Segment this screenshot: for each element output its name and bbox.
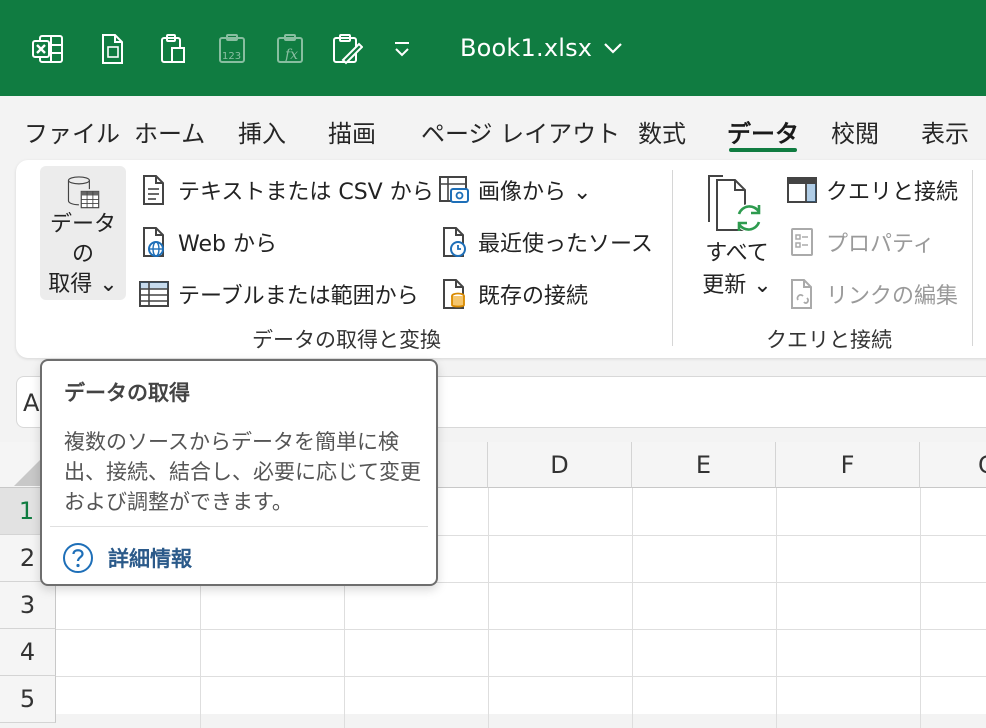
tab-formulas[interactable]: 数式	[638, 114, 686, 149]
properties-button: プロパティ	[786, 226, 935, 258]
from-text-csv-label: テキストまたは CSV から	[178, 180, 434, 205]
from-table-range-button[interactable]: テーブルまたは範囲から	[138, 278, 419, 310]
active-tab-indicator	[729, 148, 797, 152]
new-file-icon[interactable]	[94, 30, 130, 68]
from-picture-label: 画像から ⌄	[478, 180, 592, 205]
queries-connections-button[interactable]: クエリと接続	[786, 174, 958, 206]
group-separator	[672, 170, 673, 346]
column-header-d[interactable]: D	[488, 442, 632, 488]
from-table-range-label: テーブルまたは範囲から	[178, 284, 419, 309]
get-data-label-line1: データの	[49, 212, 116, 267]
from-web-button[interactable]: Web から	[138, 226, 277, 258]
tab-insert[interactable]: 挿入	[238, 114, 286, 149]
excel-logo-icon[interactable]	[30, 30, 66, 68]
recent-sources-button[interactable]: 最近使ったソース	[438, 226, 653, 258]
gridline	[920, 488, 921, 728]
existing-connections-button[interactable]: 既存の接続	[438, 278, 588, 310]
help-question-icon	[63, 543, 93, 573]
chevron-down-icon	[604, 43, 622, 54]
tab-data[interactable]: データ	[727, 114, 799, 149]
customize-toolbar-icon[interactable]	[384, 30, 420, 68]
file-name: Book1.xlsx	[460, 34, 593, 62]
picture-table-icon	[439, 176, 469, 203]
refresh-all-icon	[708, 175, 763, 232]
gridline	[632, 488, 633, 728]
database-table-icon	[67, 176, 100, 209]
tab-review[interactable]: 校閲	[831, 114, 879, 149]
svg-text:123: 123	[222, 51, 241, 62]
from-text-csv-button[interactable]: テキストまたは CSV から	[138, 174, 434, 206]
refresh-all-button[interactable]: すべて 更新 ⌄	[692, 170, 782, 304]
column-header-g[interactable]: G	[920, 442, 986, 488]
gridline	[488, 488, 489, 728]
existing-connection-icon	[443, 279, 465, 309]
queries-connections-label: クエリと接続	[826, 180, 959, 205]
tab-draw[interactable]: 描画	[328, 114, 376, 149]
tooltip-divider	[50, 526, 428, 527]
get-data-label-line2: 取得 ⌄	[48, 272, 118, 297]
from-web-label: Web から	[178, 232, 277, 257]
tab-home[interactable]: ホーム	[134, 114, 205, 149]
from-picture-button[interactable]: 画像から ⌄	[438, 174, 591, 206]
gridline	[776, 488, 777, 728]
web-globe-icon	[143, 227, 164, 257]
ribbon-panel: データの 取得 ⌄ テキストまたは CSV から Web から テーブルまたは範…	[16, 160, 986, 358]
text-file-icon	[143, 175, 164, 205]
title-bar: 123 fx Book1.xlsx	[0, 0, 986, 96]
tab-file[interactable]: ファイル	[24, 114, 120, 149]
gridline	[56, 629, 986, 630]
group-separator	[972, 170, 973, 346]
queries-pane-icon	[787, 177, 817, 203]
tooltip-help-link[interactable]: 詳細情報	[62, 542, 192, 574]
refresh-all-label-line1: すべて	[705, 241, 769, 266]
clipboard-icon[interactable]	[154, 30, 190, 68]
properties-icon	[791, 228, 813, 256]
tab-view[interactable]: 表示	[921, 114, 969, 149]
properties-label: プロパティ	[826, 232, 935, 257]
help-link-label: 詳細情報	[108, 547, 192, 571]
existing-connections-label: 既存の接続	[478, 284, 589, 309]
refresh-all-label-line2: 更新 ⌄	[702, 273, 772, 298]
get-data-tooltip: データの取得 複数のソースからデータを簡単に検出、接続、結合し、必要に応じて変更…	[40, 359, 438, 586]
row-header-5[interactable]: 5	[0, 676, 56, 723]
ribbon-tabs: ファイル ホーム 挿入 描画 ページ レイアウト 数式 データ 校閲 表示	[0, 96, 986, 158]
recent-sources-label: 最近使ったソース	[478, 232, 653, 257]
function-icon: fx	[272, 30, 308, 68]
edit-links-button: リンクの編集	[786, 278, 958, 310]
group-label-get-transform: データの取得と変換	[252, 328, 441, 352]
column-header-f[interactable]: F	[776, 442, 920, 488]
tooltip-title: データの取得	[64, 381, 190, 405]
edit-links-label: リンクの編集	[826, 284, 959, 309]
paste-special-icon[interactable]	[328, 30, 364, 68]
row-header-3[interactable]: 3	[0, 582, 56, 629]
file-name-dropdown[interactable]: Book1.xlsx	[460, 34, 624, 62]
tab-page-layout[interactable]: ページ レイアウト	[421, 114, 620, 149]
recent-clock-icon	[443, 227, 466, 257]
table-icon	[139, 281, 169, 307]
name-box-value: A	[23, 389, 40, 417]
number-format-icon: 123	[214, 30, 250, 68]
group-label-queries-connections: クエリと接続	[766, 328, 892, 352]
row-header-4[interactable]: 4	[0, 629, 56, 676]
gridline	[56, 676, 986, 677]
column-header-e[interactable]: E	[632, 442, 776, 488]
tooltip-body: 複数のソースからデータを簡単に検出、接続、結合し、必要に応じて変更および調整がで…	[64, 430, 421, 514]
svg-text:fx: fx	[284, 47, 298, 63]
get-data-button[interactable]: データの 取得 ⌄	[40, 166, 126, 300]
edit-links-icon	[791, 279, 812, 309]
